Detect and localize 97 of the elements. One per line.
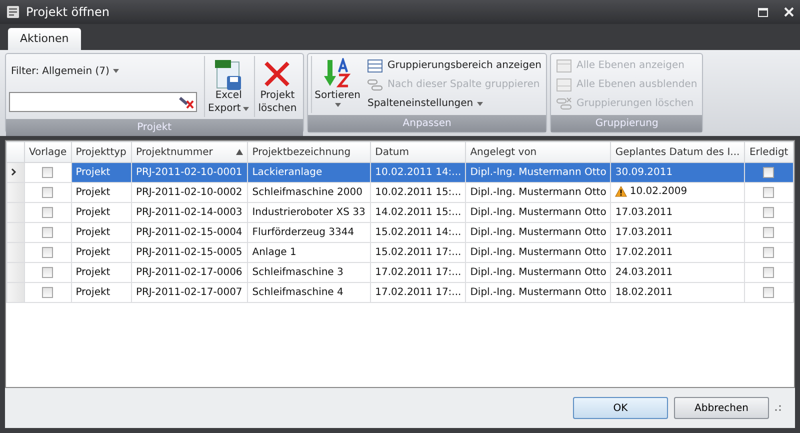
row-header[interactable] xyxy=(6,162,24,182)
column-header[interactable]: Vorlage xyxy=(24,142,72,162)
excel-button[interactable]: Excel Export xyxy=(204,56,252,117)
table-cell: 14.02.2011 15:... xyxy=(370,202,466,222)
column-header[interactable]: Projekttyp xyxy=(71,142,132,162)
checkbox[interactable] xyxy=(42,226,54,238)
close-icon[interactable] xyxy=(784,7,794,17)
sort-ascending-icon xyxy=(236,149,244,155)
dialog-button[interactable]: Abbrechen xyxy=(674,397,769,419)
collapse-icon xyxy=(556,78,572,92)
table-cell: PRJ-2011-02-15-0004 xyxy=(131,222,248,242)
layout-icon xyxy=(367,58,384,72)
expand-icon xyxy=(556,58,572,72)
table-cell: Dipl.-Ing. Mustermann Otto xyxy=(466,182,611,202)
column-header[interactable]: Erledigt xyxy=(744,142,794,162)
checkbox[interactable] xyxy=(42,286,54,298)
table-cell: PRJ-2011-02-17-0006 xyxy=(131,262,248,282)
checkbox[interactable] xyxy=(763,206,774,218)
table-cell: Industrieroboter XS 33 xyxy=(248,202,371,222)
table-cell: PRJ-2011-02-10-0002 xyxy=(131,182,248,202)
table-cell: 10.02.2011 15:... xyxy=(370,182,466,202)
table-cell: Projekt xyxy=(71,262,132,282)
table-cell: Schleifmaschine 2000 xyxy=(248,182,371,202)
sort-button[interactable]: Sortieren xyxy=(310,56,364,113)
caret-icon xyxy=(113,69,120,73)
caret-icon xyxy=(243,106,250,111)
warning-icon xyxy=(615,186,628,196)
caret-icon xyxy=(334,102,341,106)
table-cell: Projekt xyxy=(71,202,132,222)
current-row-icon xyxy=(11,168,17,176)
table-cell: 15.02.2011 14:... xyxy=(370,222,466,242)
table-cell: 18.02.2011 xyxy=(610,282,744,302)
table-cell: PRJ-2011-02-15-0005 xyxy=(131,242,248,262)
group-title: Gruppierung xyxy=(551,115,702,132)
table-cell: PRJ-2011-02-17-0007 xyxy=(131,282,248,302)
table-cell: PRJ-2011-02-14-0003 xyxy=(131,202,248,222)
table-cell: 10.02.2011 14:... xyxy=(370,162,466,182)
table-cell: Projekt xyxy=(71,282,132,302)
group-title: Projekt xyxy=(6,119,303,136)
resize-grip-icon xyxy=(775,405,781,411)
ribbon-item[interactable]: Gruppierungsbereich anzeigen xyxy=(365,56,544,75)
table-cell: Projekt xyxy=(71,162,132,182)
checkbox[interactable] xyxy=(763,246,774,258)
checkbox[interactable] xyxy=(763,226,774,238)
table-cell: 17.03.2011 xyxy=(610,202,744,222)
delete-button[interactable]: Projekt löschen xyxy=(254,56,300,117)
table-cell: 24.03.2011 xyxy=(610,262,744,282)
table-cell: 30.09.2011 xyxy=(610,162,744,182)
column-header[interactable]: Projektbezeichnung xyxy=(248,142,371,162)
table-cell: Schleifmaschine 3 xyxy=(248,262,371,282)
column-header[interactable]: Datum xyxy=(370,142,466,162)
table-cell: Dipl.-Ing. Mustermann Otto xyxy=(466,202,611,222)
table-cell: 17.02.2011 17:... xyxy=(370,282,466,302)
table-cell: Flurförderzeug 3344 xyxy=(248,222,371,242)
checkbox[interactable] xyxy=(42,246,54,258)
ribbon-item[interactable]: Spalteneinstellungen xyxy=(365,94,544,113)
group-icon xyxy=(367,78,384,92)
checkbox[interactable] xyxy=(763,186,774,198)
table-cell: Dipl.-Ing. Mustermann Otto xyxy=(466,162,611,182)
app-icon xyxy=(6,5,20,19)
window-title: Projekt öffnen xyxy=(26,4,110,21)
table-cell: PRJ-2011-02-10-0001 xyxy=(131,162,248,182)
table-cell: Dipl.-Ing. Mustermann Otto xyxy=(466,282,611,302)
clear-grouping-icon xyxy=(556,96,572,110)
row-header-corner xyxy=(6,142,24,162)
table-cell: 17.02.2011 xyxy=(610,242,744,262)
caret-icon xyxy=(477,102,484,106)
checkbox[interactable] xyxy=(763,266,774,278)
table-cell: 17.02.2011 17:... xyxy=(370,262,466,282)
table-cell: 17.03.2011 xyxy=(610,222,744,242)
checkbox[interactable] xyxy=(42,266,54,278)
table-cell: Dipl.-Ing. Mustermann Otto xyxy=(466,222,611,242)
checkbox[interactable] xyxy=(763,286,774,298)
table-cell: Dipl.-Ing. Mustermann Otto xyxy=(466,242,611,262)
table-cell: Schleifmaschine 4 xyxy=(248,282,371,302)
clear-filter-icon xyxy=(178,94,194,108)
checkbox[interactable] xyxy=(42,186,54,198)
table-cell: Projekt xyxy=(71,242,132,262)
group-title: Anpassen xyxy=(308,115,546,132)
table-cell: Anlage 1 xyxy=(248,242,371,262)
dialog-button[interactable]: OK xyxy=(573,397,668,419)
ribbon-tab[interactable]: Aktionen xyxy=(8,28,81,50)
table-cell: 15.02.2011 17:... xyxy=(370,242,466,262)
column-header[interactable]: Geplantes Datum des I... xyxy=(610,142,744,162)
table-cell: Projekt xyxy=(71,182,132,202)
search-field[interactable] xyxy=(9,92,197,112)
column-header[interactable]: Projektnummer xyxy=(131,142,248,162)
table-cell: 10.02.2009 xyxy=(610,182,744,202)
column-header[interactable]: Angelegt von xyxy=(466,142,611,162)
checkbox[interactable] xyxy=(763,166,774,178)
table-cell: Lackieranlage xyxy=(248,162,371,182)
table-cell: Projekt xyxy=(71,222,132,242)
maximize-icon[interactable] xyxy=(758,8,768,16)
table-cell: Dipl.-Ing. Mustermann Otto xyxy=(466,262,611,282)
checkbox[interactable] xyxy=(42,166,54,178)
checkbox[interactable] xyxy=(42,206,54,218)
filter-dropdown[interactable]: Filter: Allgemein (7) xyxy=(9,62,197,80)
